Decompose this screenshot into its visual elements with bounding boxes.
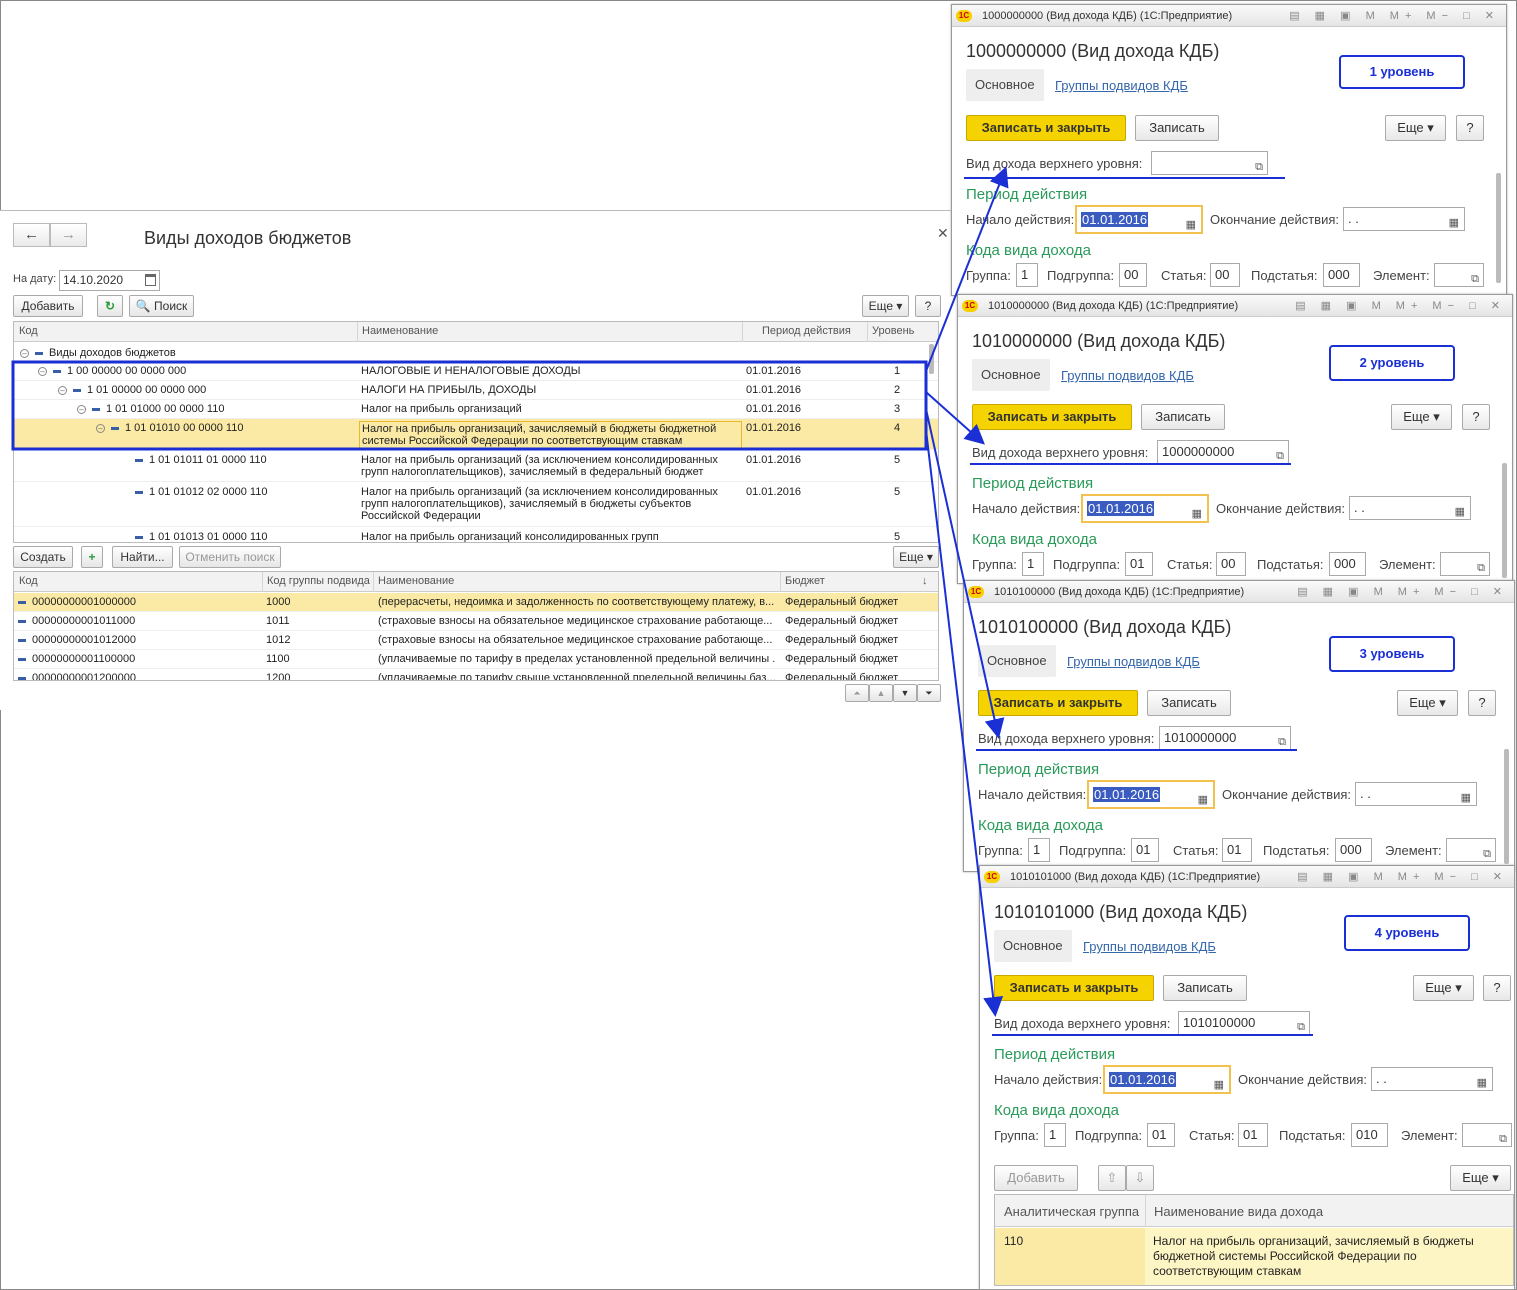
annotation-overlay [11, 166, 1009, 1017]
arrow-to-level4 [925, 429, 1004, 1017]
arrow-to-level1 [925, 166, 1009, 372]
arrow-to-level3 [925, 408, 1005, 739]
highlight-rectangle [11, 360, 928, 451]
arrow-to-level2 [925, 391, 985, 445]
